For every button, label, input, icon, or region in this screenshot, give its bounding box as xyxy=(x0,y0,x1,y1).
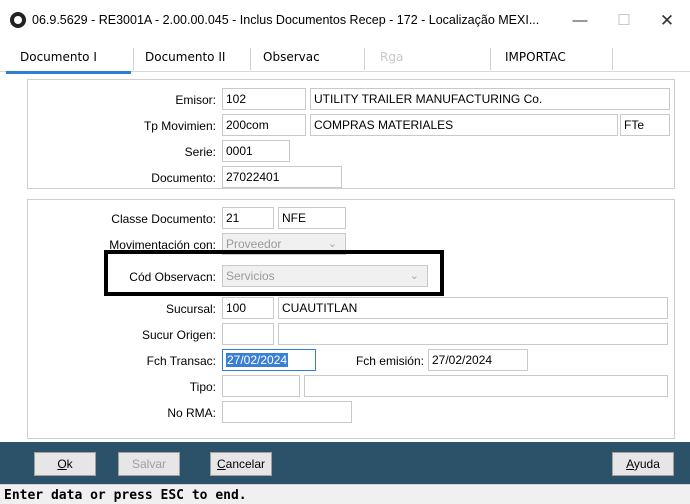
tab-rga[interactable]: Rga xyxy=(380,50,403,70)
sucur-origen-name-field[interactable] xyxy=(278,323,668,345)
tp-movimien-name-field[interactable]: COMPRAS MATERIALES xyxy=(310,114,618,136)
tab-observac[interactable]: Observac xyxy=(263,50,320,70)
fch-emision-label: Fch emisión: xyxy=(355,354,424,368)
close-button[interactable]: ✕ xyxy=(647,8,687,34)
tab-separator xyxy=(612,48,613,70)
window-title: 06.9.5629 - RE3001A - 2.00.00.045 - Incl… xyxy=(32,13,540,27)
status-text: Enter data or press ESC to end. xyxy=(4,488,247,503)
tab-separator xyxy=(364,48,365,70)
classe-documento-label: Classe Documento: xyxy=(111,212,216,226)
ayuda-mnemonic: A xyxy=(626,457,634,471)
status-bar: Enter data or press ESC to end. xyxy=(0,484,690,504)
classe-documento-name-field[interactable]: NFE xyxy=(278,207,346,229)
serie-field[interactable]: 0001 xyxy=(222,140,290,162)
tp-movimien-code-field[interactable]: 200com xyxy=(222,114,306,136)
fch-emision-field[interactable]: 27/02/2024 xyxy=(428,349,528,371)
documento-field[interactable]: 27022401 xyxy=(222,166,342,188)
tipo-name-field[interactable] xyxy=(304,375,668,397)
sucur-origen-label: Sucur Origen: xyxy=(141,328,216,342)
ok-button[interactable]: Ok xyxy=(34,452,96,476)
fch-transac-selected-text: 27/02/2024 xyxy=(226,353,289,367)
serie-label: Serie: xyxy=(184,145,216,159)
cancelar-button[interactable]: Cancelar xyxy=(210,452,272,476)
tipo-code-field[interactable] xyxy=(222,375,300,397)
fch-transac-field[interactable]: 27/02/2024 xyxy=(222,349,316,371)
salvar-button[interactable]: Salvar xyxy=(118,452,180,476)
ayuda-label: yuda xyxy=(633,457,660,471)
tp-movimien-label: Tp Movimien: xyxy=(143,119,216,133)
sucursal-label: Sucursal: xyxy=(165,302,216,316)
ok-mnemonic: O xyxy=(57,457,67,471)
fch-transac-label: Fch Transac: xyxy=(146,354,216,368)
ayuda-button[interactable]: Ayuda xyxy=(612,452,674,476)
emisor-name-field[interactable]: UTILITY TRAILER MANUFACTURING Co. xyxy=(310,88,670,110)
documento-label: Documento: xyxy=(151,171,216,185)
sucursal-code-field[interactable]: 100 xyxy=(222,297,274,319)
classe-documento-code-field[interactable]: 21 xyxy=(222,207,274,229)
tab-documento-ii[interactable]: Documento II xyxy=(145,50,225,70)
tp-movimien-extra-field[interactable]: FTe xyxy=(620,114,670,136)
tab-documento-i[interactable]: Documento I xyxy=(6,50,131,74)
tab-separator xyxy=(250,48,251,70)
no-rma-label: No RMA: xyxy=(167,406,216,420)
cancelar-label: ancelar xyxy=(225,457,266,471)
no-rma-field[interactable] xyxy=(222,401,352,423)
sucursal-name-field[interactable]: CUAUTITLAN xyxy=(278,297,668,319)
ok-label: k xyxy=(66,457,73,471)
sucur-origen-code-field[interactable] xyxy=(222,323,274,345)
tab-bar: Documento I Documento II Observac Rga IM… xyxy=(0,40,690,74)
app-icon xyxy=(10,12,26,28)
emisor-code-field[interactable]: 102 xyxy=(222,88,306,110)
emisor-label: Emisor: xyxy=(175,93,216,107)
tab-separator xyxy=(490,48,491,70)
title-bar: 06.9.5629 - RE3001A - 2.00.00.045 - Incl… xyxy=(0,0,690,40)
button-bar: Ok Salvar Cancelar Ayuda xyxy=(0,442,690,484)
cancelar-mnemonic: C xyxy=(216,457,226,471)
minimize-button[interactable]: — xyxy=(560,8,600,34)
highlight-rectangle xyxy=(104,250,444,296)
maximize-button[interactable]: ☐ xyxy=(604,8,644,34)
movimentacion-con-value: Proveedor xyxy=(226,237,282,251)
tipo-label: Tipo: xyxy=(189,380,216,394)
tab-importac[interactable]: IMPORTAC xyxy=(505,50,566,70)
tab-separator xyxy=(133,48,134,70)
